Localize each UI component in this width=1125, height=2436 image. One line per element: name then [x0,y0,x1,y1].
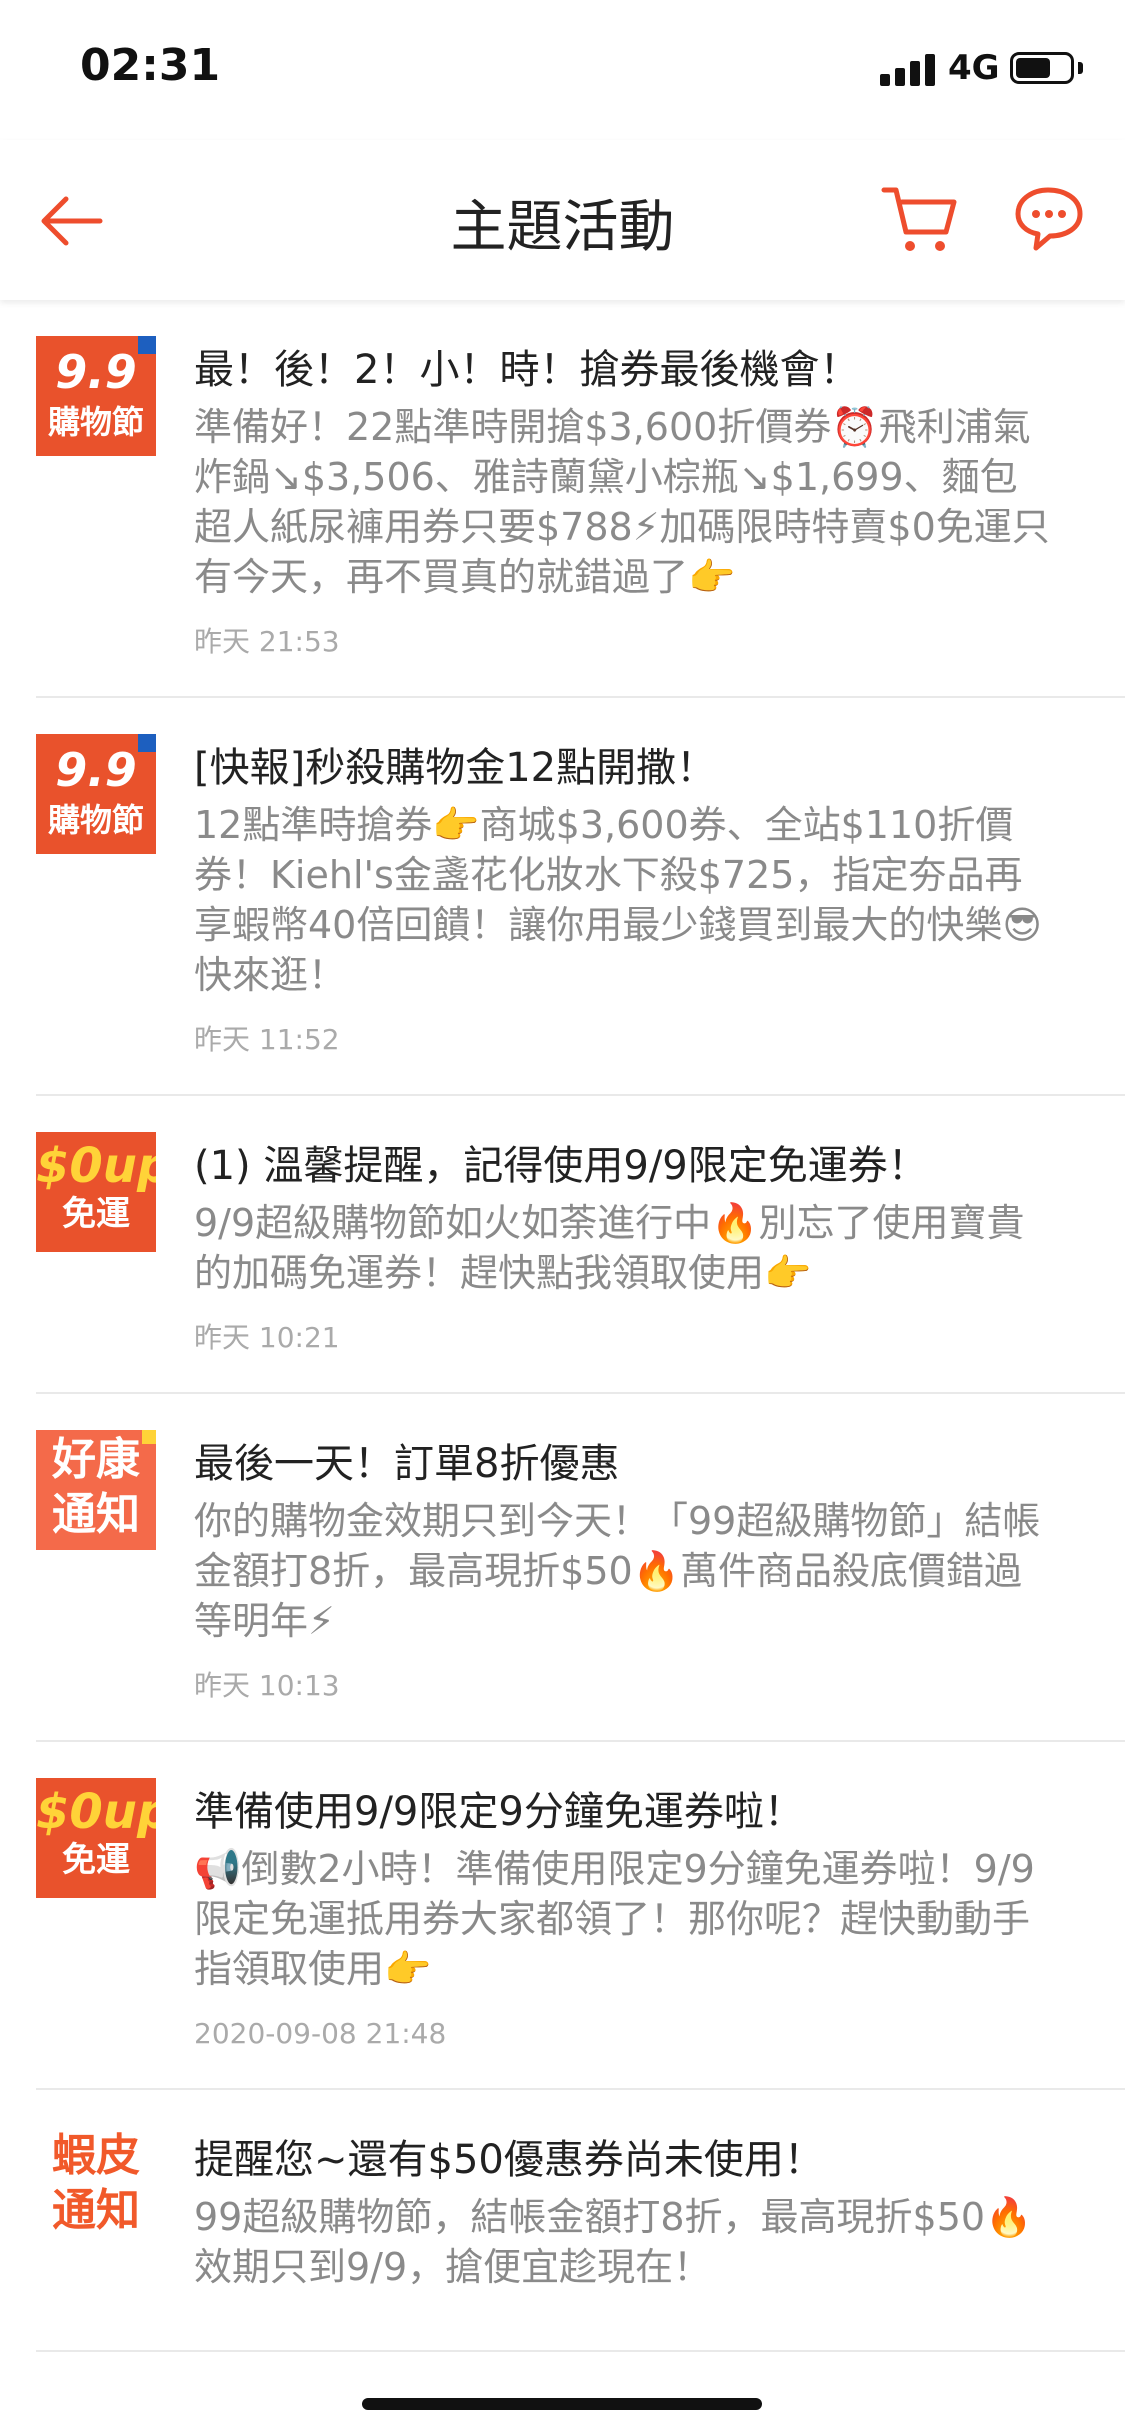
notification-title: 準備使用9/9限定9分鐘免運券啦！ [194,1789,804,1835]
cart-icon[interactable] [880,180,960,260]
battery-icon [1010,52,1074,84]
notification-title: 最後一天！訂單8折優惠 [194,1441,620,1487]
free-shipping-thumbnail: $0up 免運 [36,1132,156,1252]
sale-9-9-thumbnail: 9.9 購物節 [36,734,156,854]
good-deal-notice-thumbnail: 好康 通知 [36,1430,156,1550]
notification-title: [快報]秒殺購物金12點開撒！ [194,745,717,791]
notification-body: 9/9超級購物節如火如荼進行中🔥別忘了使用寶貴的加碼免運券！趕快點我領取使用👉 [194,1201,1025,1295]
list-item[interactable]: $0up 免運 準備使用9/9限定9分鐘免運券啦！ 📢倒數2小時！準備使用限定9… [36,1742,1125,2090]
network-type: 4G [948,48,1000,88]
notification-title: (1) 溫馨提醒，記得使用9/9限定免運券！ [194,1143,928,1189]
notification-body: 99超級購物節，結帳金額打8折，最高現折$50🔥效期只到9/9，搶便宜趁現在！ [194,2195,1033,2289]
list-item[interactable]: $0up 免運 (1) 溫馨提醒，記得使用9/9限定免運券！ 9/9超級購物節如… [36,1096,1125,1394]
shopee-notice-thumbnail: 蝦皮 通知 [36,2126,156,2246]
notification-list: 9.9 購物節 最！後！2！小！時！搶券最後機會！ 準備好！22點準時開搶$3,… [0,300,1125,2352]
navigation-bar: 主題活動 [0,140,1125,300]
list-item[interactable]: 蝦皮 通知 提醒您~還有$50優惠券尚未使用！ 99超級購物節，結帳金額打8折，… [36,2090,1125,2352]
cellular-signal-icon [880,52,936,86]
notification-body: 你的購物金效期只到今天！「99超級購物節」結帳金額打8折，最高現折$50🔥萬件商… [194,1499,1041,1643]
list-item[interactable]: 好康 通知 最後一天！訂單8折優惠 你的購物金效期只到今天！「99超級購物節」結… [36,1394,1125,1742]
notification-time: 昨天 10:13 [194,1669,340,1702]
status-bar: 02:31 4G [0,0,1125,140]
list-item[interactable]: 9.9 購物節 [快報]秒殺購物金12點開撒！ 12點準時搶券👉商城$3,600… [36,698,1125,1096]
notification-title: 最！後！2！小！時！搶券最後機會！ [194,347,860,393]
notification-body: 12點準時搶券👉商城$3,600券、全站$110折價券！Kiehl's金盞花化妝… [194,803,1042,997]
notification-title: 提醒您~還有$50優惠券尚未使用！ [194,2137,824,2183]
free-shipping-thumbnail: $0up 免運 [36,1778,156,1898]
sale-9-9-thumbnail: 9.9 購物節 [36,336,156,456]
notification-time: 2020-09-08 21:48 [194,2017,447,2050]
battery-cap [1078,62,1083,74]
status-time: 02:31 [80,40,221,91]
notification-body: 準備好！22點準時開搶$3,600折價券⏰飛利浦氣炸鍋↘$3,506、雅詩蘭黛小… [194,405,1050,599]
notification-time: 昨天 11:52 [194,1023,340,1056]
notification-body: 📢倒數2小時！準備使用限定9分鐘免運券啦！9/9限定免運抵用券大家都領了！那你呢… [194,1847,1035,1991]
notification-time: 昨天 10:21 [194,1321,340,1354]
chat-bubbles-icon[interactable] [1010,184,1088,256]
list-item[interactable]: 9.9 購物節 最！後！2！小！時！搶券最後機會！ 準備好！22點準時開搶$3,… [36,300,1125,698]
notification-time: 昨天 21:53 [194,625,340,658]
home-indicator[interactable] [362,2398,762,2410]
